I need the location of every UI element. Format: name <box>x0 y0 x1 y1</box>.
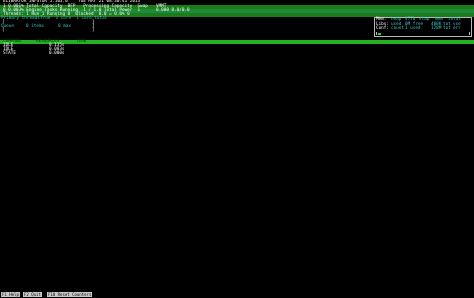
quit-button[interactable]: F2 Quit <box>23 292 42 297</box>
queue-items: 0 items <box>26 24 45 29</box>
table-row-value: 0.000s <box>49 51 65 56</box>
queue-max: 0 max <box>58 24 71 29</box>
reset-counters-button[interactable]: F10 Reset Counters <box>47 292 93 297</box>
threads-row-3-open: [ <box>2 28 5 33</box>
memory-usage-fill <box>378 32 381 35</box>
help-button[interactable]: F1 Help <box>1 292 20 297</box>
threads-label-value: True 1 core 1 core total <box>40 16 108 21</box>
column-time[interactable]: TIME <box>76 39 86 45</box>
threads-row-3-close: ] <box>92 28 95 33</box>
memory-usage-meter <box>376 31 470 35</box>
threads-label: Primary threads: <box>1 16 43 21</box>
table-row-name[interactable]: STATE <box>3 51 16 57</box>
process-list-header <box>0 40 474 44</box>
